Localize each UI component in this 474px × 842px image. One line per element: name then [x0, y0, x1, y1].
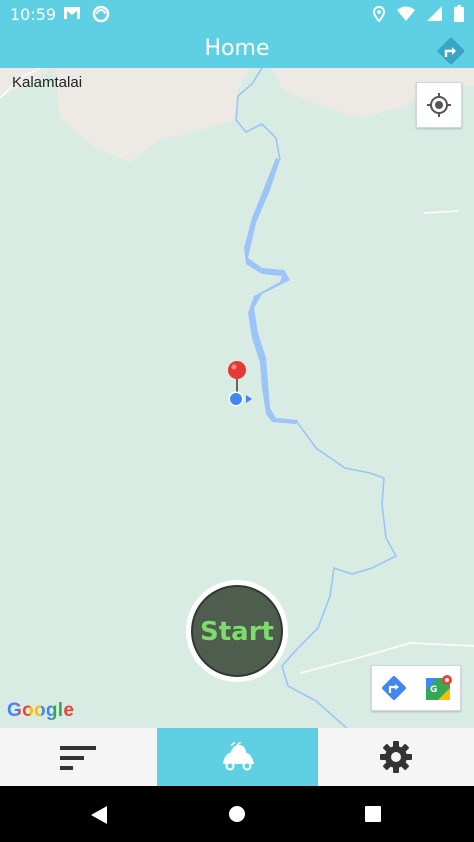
status-time: 10:59 — [10, 5, 57, 24]
open-google-maps-button[interactable]: G — [416, 666, 460, 710]
directions-button[interactable] — [372, 666, 416, 710]
google-logo-text: Google — [7, 700, 75, 721]
start-button-face: Start — [191, 585, 283, 677]
car-icon — [223, 742, 254, 771]
wifi-icon — [397, 6, 415, 21]
nav-item-settings[interactable] — [318, 728, 474, 786]
nav-item-drive[interactable] — [157, 728, 318, 786]
svg-text:G: G — [430, 685, 437, 695]
sync-icon — [92, 5, 110, 23]
gear-icon — [380, 741, 412, 773]
app-bar: Home — [0, 28, 474, 68]
google-attribution: Google — [7, 700, 74, 722]
sort-list-icon — [60, 746, 96, 770]
back-icon[interactable] — [90, 805, 108, 825]
map-view[interactable]: Kalamtalai G Google Start — [0, 68, 474, 728]
current-location-icon — [228, 391, 252, 407]
status-bar: 10:59 — [0, 0, 474, 28]
location-icon — [373, 5, 385, 22]
nav-item-list[interactable] — [0, 728, 157, 786]
bottom-nav — [0, 728, 474, 786]
gmail-icon — [64, 7, 80, 19]
signal-icon — [427, 6, 442, 21]
battery-icon — [454, 5, 464, 22]
start-button[interactable]: Start — [186, 580, 288, 682]
home-icon[interactable] — [228, 805, 246, 823]
route-diamond-icon — [437, 37, 465, 65]
system-nav-bar — [0, 786, 474, 842]
start-button-label: Start — [200, 617, 274, 647]
my-location-button[interactable] — [416, 82, 462, 128]
page-title: Home — [204, 36, 270, 61]
my-location-icon — [427, 93, 451, 117]
recents-icon[interactable] — [365, 806, 381, 822]
directions-icon — [382, 676, 406, 700]
route-button[interactable] — [436, 36, 466, 66]
place-label: Kalamtalai — [12, 74, 83, 91]
map-toolbar: G — [371, 665, 461, 711]
google-maps-icon: G — [426, 675, 452, 700]
